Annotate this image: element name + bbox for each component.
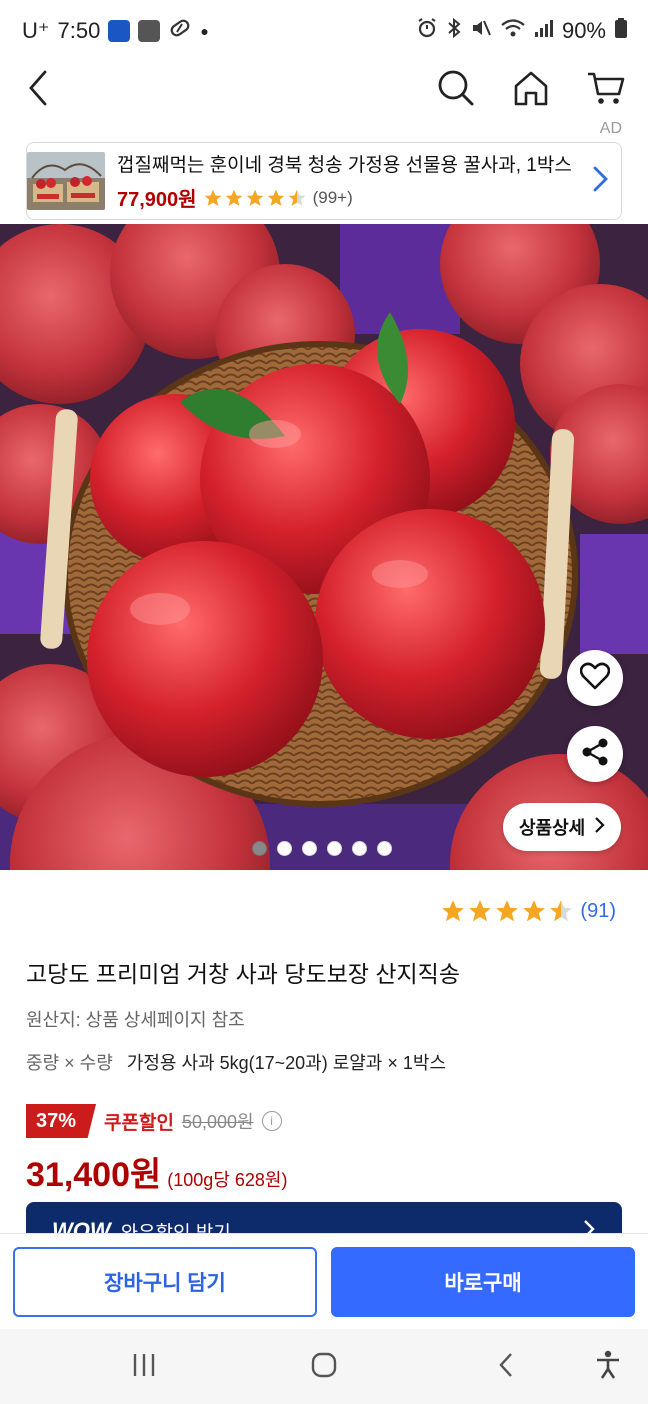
ad-label: AD — [599, 120, 622, 137]
star-icon — [496, 900, 519, 922]
carousel-dot[interactable] — [277, 841, 292, 856]
option-label: 중량 × 수량 — [26, 1053, 113, 1073]
back-button[interactable] — [10, 62, 66, 118]
product-detail-label: 상품상세 — [519, 818, 586, 838]
notification-dot-icon: ● — [200, 23, 209, 39]
app-notification-icon — [138, 20, 161, 42]
unit-price: (100g당 628원) — [167, 1170, 288, 1190]
battery-icon — [614, 17, 628, 45]
bluetooth-icon — [446, 17, 462, 45]
price-row: 31,400원 (100g당 628원) — [26, 1147, 287, 1196]
accessibility-icon — [594, 1350, 622, 1385]
star-icon — [523, 900, 546, 922]
star-icon — [469, 900, 492, 922]
time-label: 7:50 — [57, 18, 101, 43]
signal-icon — [534, 17, 554, 45]
status-left: U⁺ 7:50 ● — [22, 17, 209, 45]
discount-badge: 37% — [26, 1104, 97, 1138]
option-value: 가정용 사과 5kg(17~20과) 로얄과 × 1박스 — [126, 1053, 447, 1073]
recent-apps-button[interactable] — [124, 1347, 164, 1387]
ad-text: 껍질째먹는 훈이네 경북 청송 가정용 선물용 꿀사과, 1박스 77,900원… — [117, 150, 589, 212]
back-icon — [25, 68, 51, 113]
ad-review-count: (99+) — [312, 187, 353, 207]
app-notification-icon — [108, 20, 131, 42]
share-button[interactable] — [567, 726, 623, 782]
recent-apps-icon — [130, 1352, 158, 1383]
accessibility-button[interactable] — [588, 1347, 628, 1387]
star-icon — [225, 189, 242, 206]
status-right: 90% — [416, 17, 628, 45]
ad-thumbnail-image — [27, 152, 105, 210]
search-icon — [436, 68, 476, 113]
bottom-action-bar: 장바구니 담기 바로구매 — [0, 1233, 648, 1329]
ad-meta: 77,900원 (99+) — [117, 183, 589, 212]
info-icon[interactable]: i — [261, 1111, 282, 1131]
cart-button[interactable] — [578, 62, 634, 118]
system-nav-bar — [0, 1329, 648, 1404]
product-image — [0, 224, 648, 870]
wishlist-button[interactable] — [567, 650, 623, 706]
home-icon — [512, 69, 550, 112]
ad-star-rating — [203, 188, 307, 208]
share-icon — [580, 737, 610, 772]
heart-icon — [579, 662, 611, 695]
star-icon — [442, 900, 465, 922]
chevron-right-icon — [589, 165, 611, 198]
ad-price: 77,900원 — [117, 189, 197, 211]
status-bar: U⁺ 7:50 ● 90% — [0, 0, 648, 62]
ad-banner[interactable]: 껍질째먹는 훈이네 경북 청송 가정용 선물용 꿀사과, 1박스 77,900원… — [26, 142, 622, 220]
home-nav-button[interactable] — [304, 1347, 344, 1387]
star-icon — [204, 189, 221, 206]
ad-title: 껍질째먹는 훈이네 경북 청송 가정용 선물용 꿀사과, 1박스 — [117, 155, 572, 176]
carousel-indicator — [252, 841, 392, 856]
chevron-right-icon — [593, 816, 605, 839]
carousel-dot[interactable] — [327, 841, 342, 856]
sale-price: 31,400원 — [26, 1156, 162, 1194]
carousel-dot[interactable] — [377, 841, 392, 856]
carousel-dot[interactable] — [252, 841, 267, 856]
buy-now-button[interactable]: 바로구매 — [331, 1247, 635, 1317]
battery-label: 90% — [561, 18, 606, 43]
carrier-label: U⁺ — [22, 18, 50, 43]
carousel-dot[interactable] — [302, 841, 317, 856]
product-detail-button[interactable]: 상품상세 — [503, 803, 622, 851]
alarm-icon — [416, 17, 438, 45]
half-star-icon — [288, 189, 305, 206]
search-button[interactable] — [428, 62, 484, 118]
back-nav-button[interactable] — [486, 1347, 526, 1387]
discount-row: 37% 쿠폰할인 50,000원 i — [26, 1104, 282, 1138]
pill-icon — [168, 17, 192, 45]
review-count: (91) — [580, 899, 616, 922]
add-to-cart-button[interactable]: 장바구니 담기 — [13, 1247, 317, 1317]
product-image-carousel[interactable]: 상품상세 — [0, 224, 648, 870]
star-icon — [246, 189, 263, 206]
half-star-icon — [550, 900, 573, 922]
original-price: 50,000원 — [181, 1112, 254, 1132]
wifi-icon — [500, 17, 526, 45]
origin-text: 원산지: 상품 상세페이지 참조 — [26, 1010, 245, 1030]
mute-icon — [470, 17, 492, 45]
carousel-dot[interactable] — [352, 841, 367, 856]
option-selector[interactable]: 중량 × 수량 가정용 사과 5kg(17~20과) 로얄과 × 1박스 — [26, 1049, 446, 1075]
product-title: 고당도 프리미엄 거창 사과 당도보장 산지직송 — [26, 961, 460, 987]
home-button[interactable] — [503, 62, 559, 118]
top-header — [0, 62, 648, 124]
back-icon — [496, 1351, 516, 1384]
product-rating[interactable]: (91) — [440, 898, 616, 924]
coupon-label: 쿠폰할인 — [104, 1112, 174, 1134]
product-star-rating — [440, 898, 574, 924]
cart-icon — [586, 68, 626, 113]
star-icon — [267, 189, 284, 206]
home-circle-icon — [310, 1351, 338, 1384]
